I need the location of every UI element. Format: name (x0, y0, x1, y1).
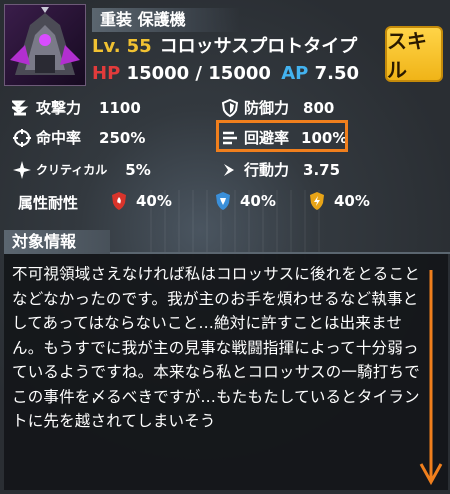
stat-speed-label: 行動力 (244, 161, 290, 179)
ap-label: AP (281, 63, 309, 84)
ap-value: 7.50 (314, 63, 360, 84)
stat-speed: 行動力 3.75 (220, 158, 340, 182)
level-label: Lv. (92, 36, 121, 57)
stat-critical: クリティカル 5% (12, 158, 151, 182)
stat-attack-value: 1100 (99, 99, 141, 117)
stat-attack: 攻撃力 1100 (12, 96, 141, 120)
electric-shield-icon (310, 192, 324, 210)
unit-category: 重装 保護機 (92, 8, 240, 32)
resistance-fire-value: 40% (136, 192, 172, 210)
stat-speed-value: 3.75 (303, 161, 341, 179)
sparkle-icon (12, 160, 32, 180)
stat-critical-value: 5% (125, 161, 151, 179)
stat-attack-label: 攻撃力 (36, 99, 82, 117)
resistance-ice-value: 40% (240, 192, 276, 210)
unit-portrait (4, 4, 86, 86)
skill-button[interactable]: スキル (385, 26, 443, 82)
stat-defense-label: 防御力 (244, 99, 290, 117)
resistance-fire: 40% (110, 190, 172, 212)
unit-name: コロッサスプロトタイプ (159, 36, 358, 57)
fire-shield-icon (112, 192, 126, 210)
stat-accuracy-label: 命中率 (36, 129, 82, 147)
resistance-ice: 40% (214, 190, 276, 212)
level-row: Lv. 55 コロッサスプロトタイプ (92, 34, 357, 60)
chevron-icon (220, 160, 240, 180)
hp-value: 15000 / 15000 (126, 63, 271, 84)
crosshair-icon (12, 128, 32, 148)
ice-shield-icon (216, 192, 230, 210)
resistance-label: 属性耐性 (18, 194, 79, 212)
shield-icon (220, 98, 240, 118)
resistance-electric-value: 40% (334, 192, 370, 210)
stat-accuracy-value: 250% (99, 129, 146, 147)
scroll-down-arrow-icon[interactable] (418, 268, 444, 488)
hp-ap-row: HP 15000 / 15000 AP 7.50 (92, 62, 359, 86)
stat-critical-label: クリティカル (36, 163, 108, 177)
target-info-text: 不可視領域さえなければ私はコロッサスに後れをとることなどなかったのです。我が主の… (12, 265, 420, 430)
level-value: 55 (126, 36, 152, 57)
hp-label: HP (92, 63, 121, 84)
sword-icon (12, 98, 32, 118)
target-info-header: 対象情報 (4, 230, 110, 254)
stat-accuracy: 命中率 250% (12, 126, 145, 150)
stat-defense: 防御力 800 (220, 96, 334, 120)
resistance-electric: 40% (308, 190, 370, 212)
stat-defense-value: 800 (303, 99, 335, 117)
evasion-highlight (216, 120, 348, 152)
